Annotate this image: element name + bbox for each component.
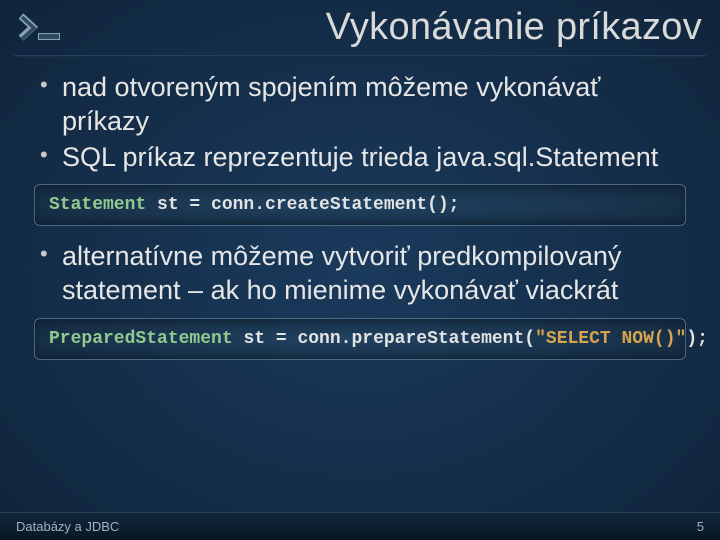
code-token-type: PreparedStatement [49,329,233,349]
slide: Vykonávanie príkazov nad otvoreným spoje… [0,0,720,540]
footer-left: Databázy a JDBC [16,519,119,534]
list-item: alternatívne môžeme vytvoriť predkompilo… [40,240,686,308]
bullet-list-2: alternatívne môžeme vytvoriť predkompilo… [40,240,686,308]
header: Vykonávanie príkazov [0,0,720,53]
footer: Databázy a JDBC 5 [0,512,720,540]
header-divider [14,55,706,57]
page-title: Vykonávanie príkazov [78,6,702,49]
code-block-2: PreparedStatement st = conn.prepareState… [34,318,686,360]
page-number: 5 [697,519,704,534]
content: nad otvoreným spojením môžeme vykonávať … [0,67,720,360]
bullet-list-1: nad otvoreným spojením môžeme vykonávať … [40,71,686,174]
code-token: st = conn.prepareStatement( [233,329,535,349]
code-token-string: "SELECT NOW()" [535,329,686,349]
code-token-type: Statement [49,195,146,215]
code-token: ); [686,329,708,349]
code-block-1: Statement st = conn.createStatement(); [34,184,686,226]
prompt-icon [18,11,66,45]
list-item: nad otvoreným spojením môžeme vykonávať … [40,71,686,139]
code-token: st = conn.createStatement(); [146,195,459,215]
list-item: SQL príkaz reprezentuje trieda java.sql.… [40,141,686,175]
